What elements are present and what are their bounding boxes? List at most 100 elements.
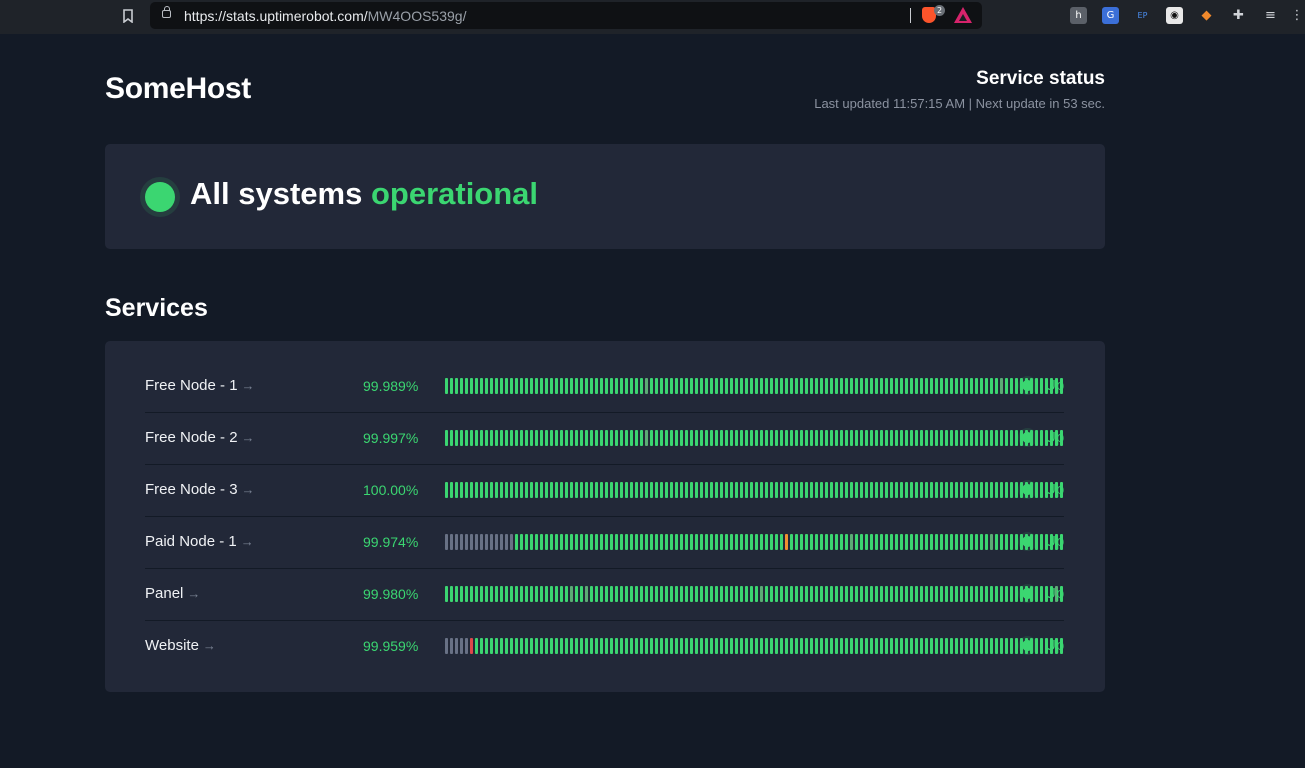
- uptime-day-bar[interactable]: [480, 586, 483, 602]
- uptime-day-bar[interactable]: [900, 638, 903, 654]
- uptime-day-bar[interactable]: [470, 482, 473, 498]
- uptime-day-bar[interactable]: [495, 586, 498, 602]
- menu-icon[interactable]: ⋮: [1291, 7, 1304, 24]
- uptime-day-bar[interactable]: [775, 586, 778, 602]
- uptime-day-bar[interactable]: [535, 482, 538, 498]
- uptime-day-bar[interactable]: [475, 482, 478, 498]
- uptime-day-bar[interactable]: [1005, 430, 1008, 446]
- uptime-day-bar[interactable]: [995, 586, 998, 602]
- uptime-day-bar[interactable]: [600, 638, 603, 654]
- uptime-day-bar[interactable]: [450, 482, 453, 498]
- uptime-day-bar[interactable]: [520, 534, 523, 550]
- uptime-day-bar[interactable]: [805, 430, 808, 446]
- uptime-day-bar[interactable]: [720, 586, 723, 602]
- uptime-day-bar[interactable]: [950, 378, 953, 394]
- brave-rewards-icon[interactable]: [954, 7, 972, 23]
- uptime-day-bar[interactable]: [570, 482, 573, 498]
- uptime-day-bar[interactable]: [650, 534, 653, 550]
- uptime-day-bar[interactable]: [755, 482, 758, 498]
- uptime-day-bar[interactable]: [730, 430, 733, 446]
- uptime-day-bar[interactable]: [980, 378, 983, 394]
- uptime-day-bar[interactable]: [665, 586, 668, 602]
- uptime-day-bar[interactable]: [875, 534, 878, 550]
- uptime-day-bar[interactable]: [805, 378, 808, 394]
- uptime-day-bar[interactable]: [855, 638, 858, 654]
- uptime-day-bar[interactable]: [445, 586, 448, 602]
- uptime-day-bar[interactable]: [890, 534, 893, 550]
- uptime-day-bar[interactable]: [585, 482, 588, 498]
- uptime-day-bar[interactable]: [565, 430, 568, 446]
- uptime-day-bar[interactable]: [745, 638, 748, 654]
- uptime-day-bar[interactable]: [820, 430, 823, 446]
- uptime-day-bar[interactable]: [460, 378, 463, 394]
- uptime-day-bar[interactable]: [720, 482, 723, 498]
- uptime-day-bar[interactable]: [935, 482, 938, 498]
- uptime-day-bar[interactable]: [535, 638, 538, 654]
- uptime-day-bar[interactable]: [480, 482, 483, 498]
- reading-list-icon[interactable]: ≡: [1262, 7, 1279, 24]
- uptime-day-bar[interactable]: [1000, 430, 1003, 446]
- uptime-day-bar[interactable]: [910, 378, 913, 394]
- uptime-day-bar[interactable]: [1040, 378, 1043, 394]
- uptime-day-bar[interactable]: [540, 430, 543, 446]
- uptime-day-bar[interactable]: [590, 482, 593, 498]
- uptime-day-bar[interactable]: [600, 378, 603, 394]
- uptime-day-bar[interactable]: [910, 430, 913, 446]
- uptime-day-bar[interactable]: [970, 378, 973, 394]
- uptime-day-bar[interactable]: [610, 534, 613, 550]
- uptime-day-bar[interactable]: [625, 482, 628, 498]
- uptime-day-bar[interactable]: [680, 430, 683, 446]
- uptime-day-bar[interactable]: [915, 534, 918, 550]
- uptime-day-bar[interactable]: [630, 430, 633, 446]
- uptime-day-bar[interactable]: [665, 378, 668, 394]
- uptime-day-bar[interactable]: [835, 482, 838, 498]
- uptime-day-bar[interactable]: [455, 638, 458, 654]
- uptime-day-bar[interactable]: [740, 430, 743, 446]
- uptime-day-bar[interactable]: [940, 638, 943, 654]
- uptime-day-bar[interactable]: [970, 586, 973, 602]
- uptime-day-bar[interactable]: [735, 586, 738, 602]
- uptime-day-bar[interactable]: [870, 430, 873, 446]
- uptime-day-bar[interactable]: [645, 430, 648, 446]
- uptime-day-bar[interactable]: [990, 430, 993, 446]
- uptime-day-bar[interactable]: [815, 482, 818, 498]
- uptime-day-bar[interactable]: [655, 586, 658, 602]
- uptime-day-bar[interactable]: [660, 586, 663, 602]
- uptime-day-bar[interactable]: [840, 430, 843, 446]
- uptime-day-bar[interactable]: [530, 482, 533, 498]
- uptime-day-bar[interactable]: [555, 638, 558, 654]
- uptime-day-bar[interactable]: [985, 638, 988, 654]
- uptime-day-bar[interactable]: [675, 482, 678, 498]
- uptime-day-bar[interactable]: [690, 638, 693, 654]
- uptime-day-bar[interactable]: [885, 378, 888, 394]
- uptime-day-bar[interactable]: [635, 430, 638, 446]
- uptime-day-bar[interactable]: [525, 378, 528, 394]
- uptime-day-bar[interactable]: [875, 430, 878, 446]
- uptime-day-bar[interactable]: [465, 378, 468, 394]
- uptime-day-bar[interactable]: [505, 534, 508, 550]
- uptime-day-bar[interactable]: [535, 430, 538, 446]
- uptime-day-bar[interactable]: [965, 586, 968, 602]
- uptime-day-bar[interactable]: [475, 586, 478, 602]
- uptime-day-bar[interactable]: [540, 638, 543, 654]
- uptime-day-bar[interactable]: [590, 430, 593, 446]
- uptime-day-bar[interactable]: [850, 482, 853, 498]
- uptime-day-bar[interactable]: [520, 586, 523, 602]
- uptime-day-bar[interactable]: [955, 430, 958, 446]
- uptime-day-bar[interactable]: [470, 534, 473, 550]
- uptime-day-bar[interactable]: [585, 638, 588, 654]
- uptime-day-bar[interactable]: [680, 482, 683, 498]
- uptime-day-bar[interactable]: [530, 378, 533, 394]
- uptime-day-bar[interactable]: [780, 586, 783, 602]
- uptime-day-bar[interactable]: [950, 430, 953, 446]
- uptime-day-bar[interactable]: [810, 586, 813, 602]
- uptime-day-bar[interactable]: [895, 430, 898, 446]
- uptime-day-bar[interactable]: [765, 430, 768, 446]
- uptime-day-bar[interactable]: [565, 534, 568, 550]
- uptime-day-bar[interactable]: [520, 638, 523, 654]
- uptime-day-bar[interactable]: [730, 378, 733, 394]
- uptime-day-bar[interactable]: [675, 534, 678, 550]
- service-link[interactable]: Website →: [145, 637, 216, 654]
- uptime-day-bar[interactable]: [960, 534, 963, 550]
- uptime-day-bar[interactable]: [915, 482, 918, 498]
